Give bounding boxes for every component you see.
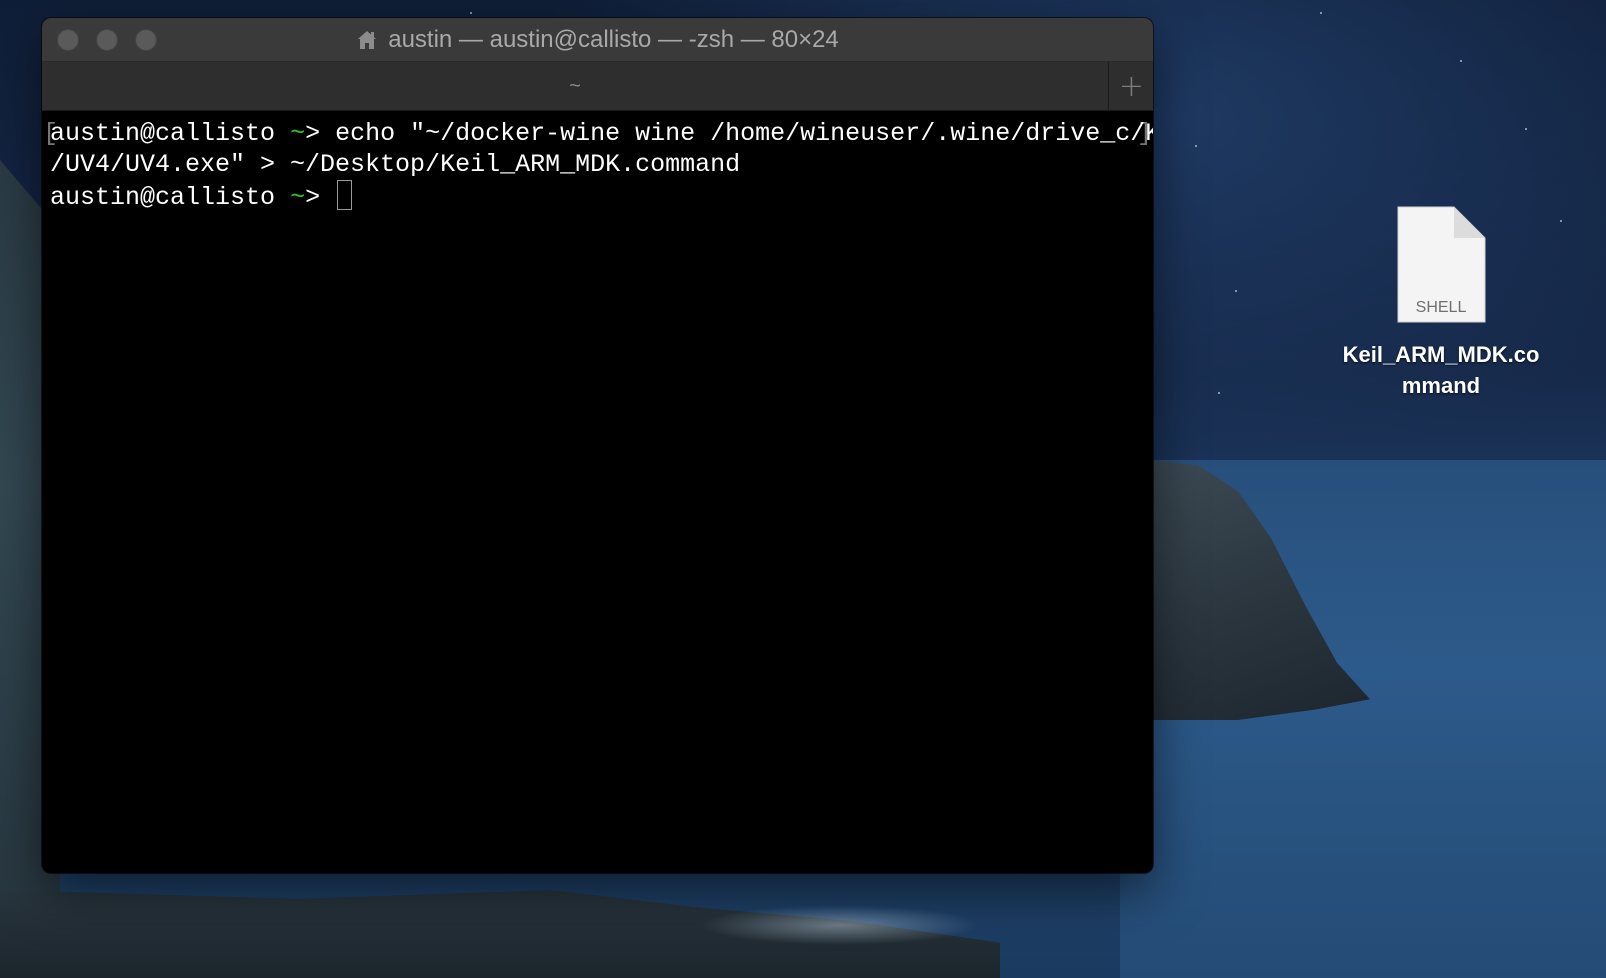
window-title-group: austin — austin@callisto — -zsh — 80×24 [42,18,1153,61]
terminal-output[interactable]: [ ] austin@callisto ~> echo "~/docker-wi… [42,111,1153,873]
prompt-symbol: > [305,119,336,148]
window-titlebar[interactable]: austin — austin@callisto — -zsh — 80×24 [42,18,1153,62]
prompt-cwd: ~ [290,119,306,148]
window-title: austin — austin@callisto — -zsh — 80×24 [388,25,839,53]
command-continuation: /UV4/UV4.exe" > ~/Desktop/Keil_ARM_MDK.c… [50,150,741,179]
shell-script-file-icon[interactable]: SHELL [1396,206,1486,323]
prompt-user-host: austin@callisto [50,183,276,212]
tab-label: ~ [569,74,581,97]
text-cursor [337,180,353,210]
star [1320,12,1322,14]
prompt-user-host: austin@callisto [50,119,276,148]
star [1560,220,1562,222]
tab-home[interactable]: ~ [42,62,1108,110]
desktop-file-keil-arm-mdk[interactable]: SHELL Keil_ARM_MDK.co mmand [1330,206,1552,401]
file-name-label[interactable]: Keil_ARM_MDK.co mmand [1330,339,1552,401]
file-type-label: SHELL [1415,299,1467,316]
terminal-line: /UV4/UV4.exe" > ~/Desktop/Keil_ARM_MDK.c… [50,149,740,180]
star [1460,60,1462,62]
home-icon [356,29,378,51]
terminal-line: austin@callisto ~> echo "~/docker-wine w… [50,118,1153,149]
file-name-line-1: Keil_ARM_MDK.co [1342,342,1540,367]
tab-bar: ~ + [42,62,1153,111]
terminal-window[interactable]: austin — austin@callisto — -zsh — 80×24 … [42,18,1153,873]
plus-icon: + [1118,68,1145,104]
wallpaper-foam [700,905,980,945]
star [470,12,472,14]
star [1218,392,1220,394]
star [1195,145,1197,147]
star [1235,290,1237,292]
file-name-line-2: mmand [1401,373,1481,398]
prompt-cwd: ~ [290,183,306,212]
new-tab-button[interactable]: + [1108,62,1153,110]
terminal-line: austin@callisto ~> [50,180,353,213]
command-text: echo "~/docker-wine wine /home/wineuser/… [335,119,1153,148]
prompt-symbol: > [305,183,336,212]
star [1525,128,1527,130]
